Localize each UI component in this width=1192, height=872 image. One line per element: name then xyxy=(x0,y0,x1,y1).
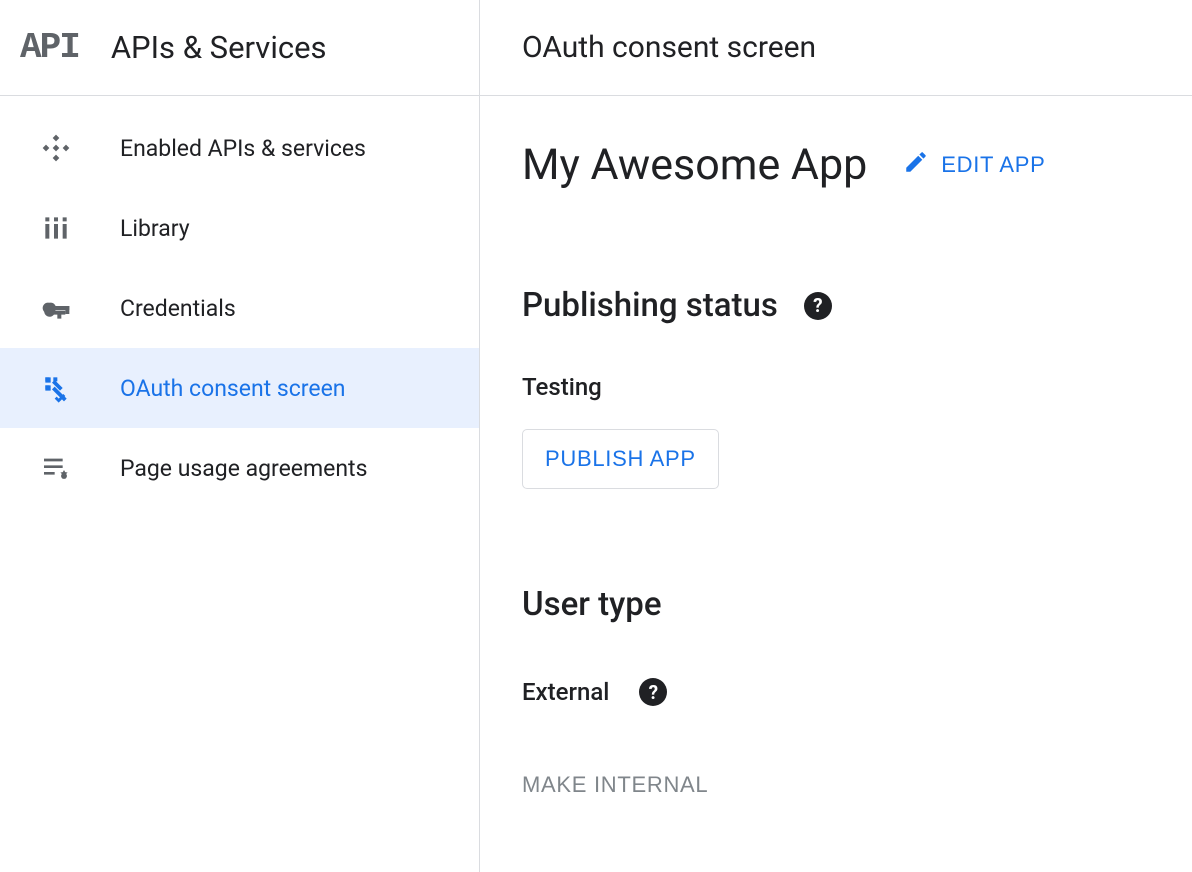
consent-icon xyxy=(40,372,72,404)
content: My Awesome App EDIT APP Publishing statu… xyxy=(480,96,1192,872)
sidebar-item-enabled-apis[interactable]: Enabled APIs & services xyxy=(0,108,479,188)
help-icon[interactable]: ? xyxy=(804,292,832,320)
make-internal-button[interactable]: MAKE INTERNAL xyxy=(522,760,708,810)
sidebar-item-library[interactable]: Library xyxy=(0,188,479,268)
publishing-status-header: Publishing status ? xyxy=(522,286,1150,325)
sidebar-title: APIs & Services xyxy=(111,29,327,66)
edit-app-label: EDIT APP xyxy=(941,152,1045,178)
publishing-status-value: Testing xyxy=(522,373,1150,401)
sidebar-item-oauth-consent[interactable]: OAuth consent screen xyxy=(0,348,479,428)
main-header: OAuth consent screen xyxy=(480,0,1192,96)
grid-diamond-icon xyxy=(40,132,72,164)
sidebar-item-label: Library xyxy=(120,215,190,242)
key-icon xyxy=(40,292,72,324)
sidebar: API APIs & Services Enabled APIs & servi… xyxy=(0,0,480,872)
user-type-value-row: External ? xyxy=(522,678,1150,706)
page-title: OAuth consent screen xyxy=(522,30,816,65)
publishing-status-title: Publishing status xyxy=(522,286,778,325)
user-type-value: External xyxy=(522,678,609,706)
sidebar-header: API APIs & Services xyxy=(0,0,479,96)
nav-list: Enabled APIs & services Library Credenti… xyxy=(0,96,479,508)
user-type-header: User type xyxy=(522,585,1150,624)
publish-app-button[interactable]: PUBLISH APP xyxy=(522,429,719,489)
api-logo: API xyxy=(20,27,79,68)
help-icon[interactable]: ? xyxy=(639,678,667,706)
user-type-title: User type xyxy=(522,585,662,624)
app-title-row: My Awesome App EDIT APP xyxy=(522,140,1150,190)
pencil-icon xyxy=(903,149,929,181)
sidebar-item-label: Page usage agreements xyxy=(120,455,367,482)
edit-app-button[interactable]: EDIT APP xyxy=(903,149,1045,181)
sidebar-item-label: Enabled APIs & services xyxy=(120,135,366,162)
library-icon xyxy=(40,212,72,244)
sidebar-item-page-usage[interactable]: Page usage agreements xyxy=(0,428,479,508)
sidebar-item-credentials[interactable]: Credentials xyxy=(0,268,479,348)
main: OAuth consent screen My Awesome App EDIT… xyxy=(480,0,1192,872)
list-gear-icon xyxy=(40,452,72,484)
sidebar-item-label: OAuth consent screen xyxy=(120,375,346,402)
sidebar-item-label: Credentials xyxy=(120,295,236,322)
app-name: My Awesome App xyxy=(522,140,867,190)
